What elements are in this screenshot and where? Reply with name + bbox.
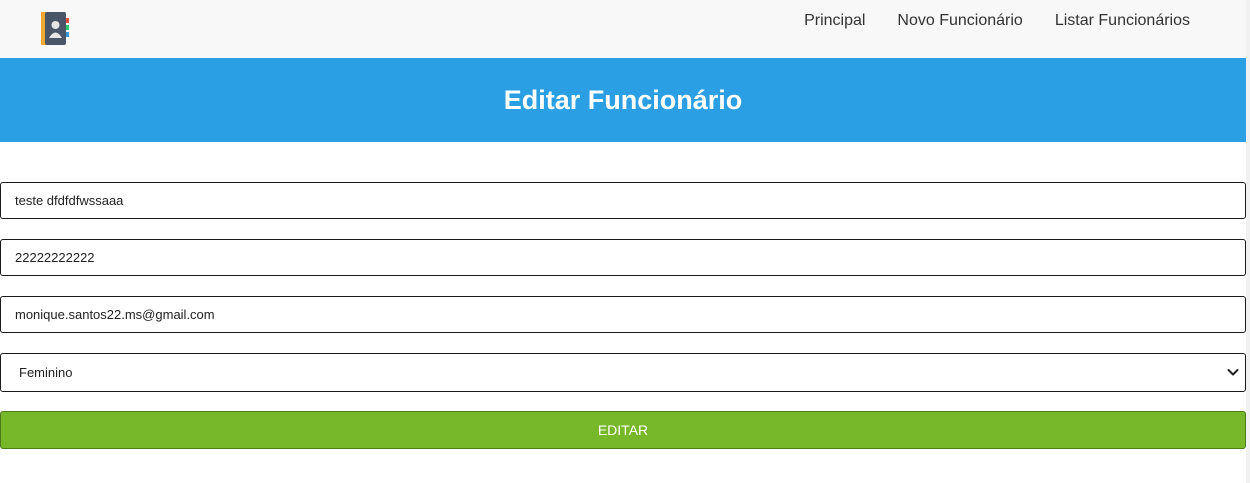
edit-button[interactable]: EDITAR bbox=[0, 411, 1246, 449]
gender-select[interactable]: Feminino bbox=[0, 353, 1246, 392]
page-title: Editar Funcionário bbox=[503, 84, 743, 115]
nav-links: Principal Novo Funcionário Listar Funcio… bbox=[804, 0, 1190, 42]
email-input[interactable] bbox=[0, 296, 1246, 333]
name-input[interactable] bbox=[0, 182, 1246, 219]
page-header: Editar Funcionário bbox=[0, 58, 1246, 142]
chevron-down-icon bbox=[1227, 369, 1239, 376]
navbar: Principal Novo Funcionário Listar Funcio… bbox=[0, 0, 1246, 58]
page: Principal Novo Funcionário Listar Funcio… bbox=[0, 0, 1250, 483]
phone-input[interactable] bbox=[0, 239, 1246, 276]
scrollbar[interactable] bbox=[1246, 0, 1250, 483]
nav-link-principal[interactable]: Principal bbox=[804, 12, 865, 30]
nav-link-novo-funcionario[interactable]: Novo Funcionário bbox=[897, 12, 1022, 30]
address-book-icon[interactable] bbox=[41, 12, 71, 45]
gender-select-value: Feminino bbox=[19, 365, 73, 380]
nav-link-listar-funcionarios[interactable]: Listar Funcionários bbox=[1055, 12, 1190, 30]
